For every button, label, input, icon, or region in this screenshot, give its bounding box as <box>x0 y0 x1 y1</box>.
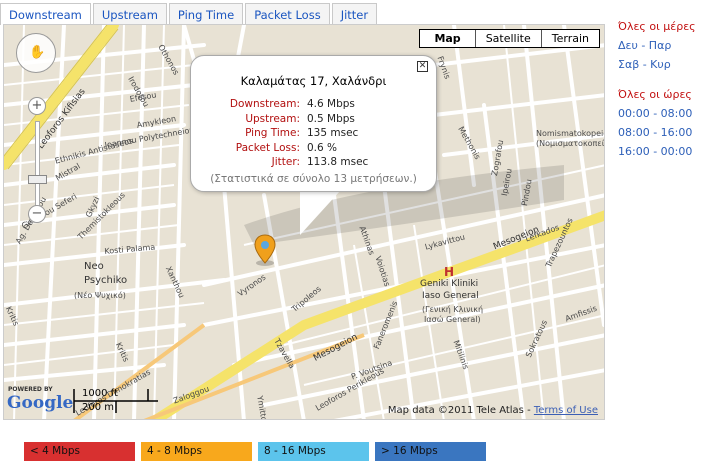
speed-legend: < 4 Mbps 4 - 8 Mbps 8 - 16 Mbps > 16 Mbp… <box>24 442 486 461</box>
metric-tabs: Downstream Upstream Ping Time Packet Los… <box>0 3 378 25</box>
stat-label: Packet Loss: <box>235 141 300 154</box>
stat-value: 0.5 Mbps <box>307 112 355 125</box>
map-type-control: Map Satellite Terrain <box>419 29 600 48</box>
tab-ping-time[interactable]: Ping Time <box>168 3 244 25</box>
scale-feet: 1000 ft <box>82 388 118 399</box>
map-type-satellite[interactable]: Satellite <box>474 30 541 47</box>
powered-by-label: POWERED BY <box>8 386 53 393</box>
district-label: (Νέο Ψυχικό) <box>74 291 126 300</box>
stat-label: Jitter: <box>271 156 300 168</box>
stat-label: Upstream: <box>245 112 300 125</box>
stat-value: 135 msec <box>307 127 359 139</box>
pan-control[interactable]: ✋ <box>16 33 56 73</box>
hours-filter-night[interactable]: 00:00 - 08:00 <box>618 104 706 123</box>
stat-value: 4.6 Mbps <box>307 98 355 110</box>
stat-value: 113.8 msec <box>307 156 369 168</box>
location-pin-icon[interactable] <box>254 233 276 267</box>
hospital-marker-icon: H <box>444 265 455 279</box>
legend-item-gt16: > 16 Mbps <box>375 442 486 461</box>
stat-row-jitter: Jitter: 113.8 msec <box>191 156 436 171</box>
info-window-tail <box>300 191 340 235</box>
stat-label: Ping Time: <box>245 127 300 139</box>
zoom-slider-handle[interactable] <box>28 175 47 184</box>
map-type-terrain[interactable]: Terrain <box>540 30 599 47</box>
map-canvas[interactable]: Leoforos Kifisias Mesogeion Mesogeion Le… <box>3 24 605 420</box>
measurement-count-note: (Στατιστικά σε σύνολο 13 μετρήσεων.) <box>210 173 417 185</box>
days-filter-weekdays[interactable]: Δευ - Παρ <box>618 36 706 55</box>
district-label: Psychiko <box>84 275 128 286</box>
zoom-in-button[interactable]: + <box>28 97 46 115</box>
poi-label: (Γενική Κλινική <box>422 305 484 314</box>
zoom-out-button[interactable]: − <box>28 205 46 223</box>
legend-item-4-8: 4 - 8 Mbps <box>141 442 252 461</box>
legend-item-lt4: < 4 Mbps <box>24 442 135 461</box>
stat-row-upstream: Upstream: 0.5 Mbps <box>191 113 436 128</box>
days-filter-weekend[interactable]: Σαβ - Κυρ <box>618 55 706 74</box>
info-window-title: Καλαμάτας 17, Χαλάνδρι <box>240 74 387 88</box>
zoom-slider-track[interactable] <box>35 121 40 213</box>
poi-label: Ιασώ General) <box>424 315 481 324</box>
tab-packet-loss[interactable]: Packet Loss <box>245 3 330 25</box>
close-icon[interactable]: ✕ <box>417 61 428 72</box>
info-window: ✕ Καλαμάτας 17, Χαλάνδρι Downstream: 4.6… <box>190 55 437 192</box>
map-type-map[interactable]: Map <box>420 30 474 47</box>
scale-meters: 200 m <box>82 402 115 413</box>
hours-filter-evening[interactable]: 16:00 - 00:00 <box>618 142 706 161</box>
poi-label: Geniki Kliniki <box>420 279 479 289</box>
street-label: (Νομισματοκοπείο) <box>536 139 605 148</box>
district-label: Neo <box>84 261 104 272</box>
scale-bar: 1000 ft 200 m <box>72 387 162 415</box>
stat-value: 0.6 % <box>307 141 338 154</box>
tab-upstream[interactable]: Upstream <box>92 3 167 25</box>
poi-label: Iaso General <box>422 291 479 301</box>
days-filter-all[interactable]: Όλες οι μέρες <box>618 20 706 33</box>
street-label: Nomismatokopeio <box>536 129 605 138</box>
attribution-text: Map data ©2011 Tele Atlas - <box>387 405 534 416</box>
tab-jitter[interactable]: Jitter <box>331 3 378 25</box>
filter-panel: Όλες οι μέρες Δευ - Παρ Σαβ - Κυρ Όλες ο… <box>618 20 706 161</box>
hours-filter-all[interactable]: Όλες οι ώρες <box>618 88 706 101</box>
hand-icon: ✋ <box>29 45 46 60</box>
stat-label: Downstream: <box>229 98 300 110</box>
stats-table: Downstream: 4.6 Mbps Upstream: 0.5 Mbps … <box>191 98 436 171</box>
tab-downstream[interactable]: Downstream <box>0 3 91 25</box>
stat-row-ping-time: Ping Time: 135 msec <box>191 127 436 142</box>
legend-item-8-16: 8 - 16 Mbps <box>258 442 369 461</box>
stat-row-packet-loss: Packet Loss: 0.6 % <box>191 142 436 157</box>
google-logo-text: Google <box>7 393 74 413</box>
hours-filter-day[interactable]: 08:00 - 16:00 <box>618 123 706 142</box>
map-attribution: Map data ©2011 Tele Atlas - Terms of Use <box>388 405 598 416</box>
terms-of-use-link[interactable]: Terms of Use <box>534 405 598 416</box>
stat-row-downstream: Downstream: 4.6 Mbps <box>191 98 436 113</box>
google-logo[interactable]: Google <box>7 393 73 413</box>
